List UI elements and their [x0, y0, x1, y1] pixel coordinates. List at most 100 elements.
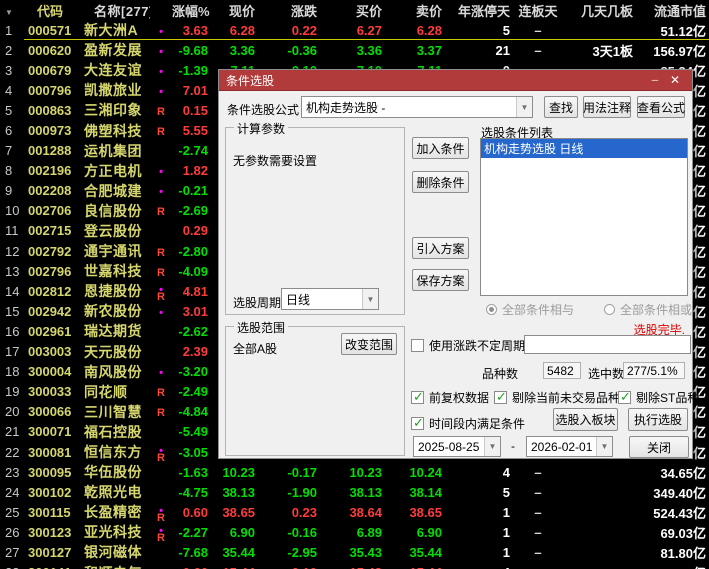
delete-condition-button[interactable]: 删除条件: [412, 171, 469, 193]
checkbox-use-variable-period[interactable]: 使用涨跌不定周期: [411, 337, 525, 354]
selected-count-field: 277/5.1%: [623, 362, 685, 379]
chevron-down-icon[interactable]: ▼: [596, 437, 612, 456]
table-header: ▼ 代码 名称[277]· 涨幅% 现价 涨跌 买价 卖价 年涨停天 连板天 几…: [0, 0, 709, 20]
condition-list-selected-item[interactable]: 机构走势选股 日线: [481, 139, 687, 158]
period-combobox[interactable]: 日线 ▼: [281, 288, 379, 310]
chevron-down-icon[interactable]: ▼: [362, 289, 378, 309]
checkbox-time-range[interactable]: 时间段内满足条件: [411, 415, 525, 432]
checkbox-forward-adjusted[interactable]: 前复权数据: [411, 389, 489, 406]
row-marker: •: [150, 163, 172, 178]
table-row[interactable]: 26 300123 亚光科技 • R -2.27 6.90 -0.16 6.89 …: [0, 522, 709, 543]
checkbox-icon: [494, 389, 507, 405]
magenta-dot-icon: •: [159, 306, 163, 319]
radio-all-conditions-or[interactable]: 全部条件相或: [604, 301, 692, 318]
usage-notes-button[interactable]: 用法注释: [583, 96, 631, 118]
row-marker: R: [150, 264, 172, 279]
period-label: 选股周期:: [233, 296, 285, 310]
table-row[interactable]: 24 300102 乾照光电 -4.75 38.13 -1.90 38.13 3…: [0, 482, 709, 502]
col-header-pct[interactable]: 涨幅%: [172, 1, 210, 20]
r-flag-icon: R: [157, 266, 165, 279]
r-flag-icon: R: [157, 105, 165, 118]
table-row[interactable]: 27 300127 银河磁体 -7.68 35.44 -2.95 35.43 3…: [0, 542, 709, 562]
chevron-down-icon[interactable]: ▼: [484, 437, 500, 456]
col-header-code[interactable]: 代码: [24, 1, 78, 20]
formula-value: 机构走势选股 -: [306, 100, 386, 115]
checkbox-icon: [411, 415, 424, 431]
calc-params-group-label: 计算参数: [234, 120, 289, 137]
add-condition-button[interactable]: 加入条件: [412, 137, 469, 159]
radio-icon: [604, 304, 615, 315]
table-row[interactable]: 28 300141 和顺电气 0.66 15.44 0.10 15.43 15.…: [0, 563, 709, 569]
checkbox-icon: [618, 389, 631, 405]
r-flag-icon: R: [157, 407, 165, 420]
checkbox-exclude-st[interactable]: 剔除ST品种: [618, 389, 699, 406]
execute-pick-button[interactable]: 执行选股: [628, 408, 688, 431]
find-button[interactable]: 查找: [544, 96, 578, 118]
change-range-button[interactable]: 改变范围: [341, 333, 397, 355]
condition-listbox[interactable]: 机构走势选股 日线: [480, 138, 688, 296]
magenta-dot-icon: •: [159, 166, 163, 179]
date-to-combobox[interactable]: 2026-02-01 ▼: [526, 436, 613, 457]
r-flag-icon: R: [157, 126, 165, 139]
col-header-sell[interactable]: 卖价: [385, 1, 445, 20]
sort-indicator-icon[interactable]: ▼: [5, 8, 13, 17]
row-marker: •: [150, 23, 172, 38]
row-marker: •: [150, 43, 172, 58]
checkbox-exclude-untraded[interactable]: 剔除当前未交易品种: [494, 389, 620, 406]
minimize-icon[interactable]: ─: [645, 70, 665, 91]
stock-range-group-label: 选股范围: [234, 319, 289, 336]
chevron-down-icon[interactable]: ▼: [516, 97, 532, 117]
col-header-price[interactable]: 现价: [210, 1, 258, 20]
dialog-titlebar[interactable]: 条件选股 ─ ✕: [219, 70, 692, 91]
row-marker: R: [150, 103, 172, 118]
row-marker: • R: [150, 442, 172, 463]
row-marker: •: [150, 364, 172, 379]
dialog-title: 条件选股: [226, 73, 275, 88]
selected-count-label: 选中数: [588, 367, 625, 381]
radio-icon: [486, 304, 497, 315]
formula-combobox[interactable]: 机构走势选股 - ▼: [301, 96, 533, 118]
row-marker: R: [150, 404, 172, 419]
condition-stock-pick-dialog: 条件选股 ─ ✕ 条件选股公式 机构走势选股 - ▼ 查找 用法注释 查看公式 …: [218, 69, 699, 459]
count-value-field: 5482: [543, 362, 581, 379]
col-header-days-boards[interactable]: 几天几板: [563, 1, 633, 20]
stock-screener-window: ▼ 代码 名称[277]· 涨幅% 现价 涨跌 买价 卖价 年涨停天 连板天 几…: [0, 0, 709, 569]
table-row[interactable]: 1 000571 新大洲A • 3.63 6.28 0.22 6.27 6.28…: [0, 20, 709, 41]
col-header-year-limit-days[interactable]: 年涨停天: [445, 1, 513, 20]
row-marker: •: [150, 83, 172, 98]
variable-period-input[interactable]: [524, 335, 691, 354]
close-button[interactable]: 关闭: [629, 436, 689, 458]
import-plan-button[interactable]: 引入方案: [412, 237, 469, 259]
view-formula-button[interactable]: 查看公式: [637, 96, 685, 118]
row-marker: • R: [150, 281, 172, 302]
r-flag-icon: R: [157, 206, 165, 219]
magenta-dot-icon: •: [159, 25, 163, 38]
col-header-buy[interactable]: 买价: [320, 1, 385, 20]
save-plan-button[interactable]: 保存方案: [412, 269, 469, 291]
row-marker: •: [150, 63, 172, 78]
r-flag-icon: R: [157, 387, 165, 400]
table-row[interactable]: 25 300115 长盈精密 • R 0.60 38.65 0.23 38.64 …: [0, 502, 709, 523]
col-header-consecutive-boards[interactable]: 连板天: [513, 1, 563, 20]
row-marker: R: [150, 384, 172, 399]
table-row[interactable]: 23 300095 华伍股份 -1.63 10.23 -0.17 10.23 1…: [0, 462, 709, 482]
date-from-value: 2025-08-25: [418, 439, 480, 454]
close-icon[interactable]: ✕: [665, 70, 685, 91]
radio-all-conditions-and[interactable]: 全部条件相与: [486, 301, 574, 318]
r-flag-icon: R: [157, 246, 165, 259]
pick-into-block-button[interactable]: 选股入板块: [553, 408, 618, 431]
row-marker: R: [150, 244, 172, 259]
magenta-dot-icon: •: [159, 367, 163, 380]
magenta-dot-icon: •: [159, 186, 163, 199]
formula-label: 条件选股公式: [227, 103, 300, 117]
table-row[interactable]: 2 000620 盈新发展 • -9.68 3.36 -0.36 3.36 3.…: [0, 40, 709, 60]
row-marker: • R: [150, 522, 172, 543]
date-separator: -: [511, 439, 515, 453]
date-from-combobox[interactable]: 2025-08-25 ▼: [413, 436, 501, 457]
checkbox-icon: [411, 389, 424, 405]
col-header-market-cap[interactable]: 流通市值: [633, 1, 709, 20]
row-marker: R: [150, 203, 172, 218]
col-header-name[interactable]: 名称[277]·: [78, 1, 150, 20]
col-header-change[interactable]: 涨跌: [258, 1, 320, 20]
row-marker: •: [150, 304, 172, 319]
